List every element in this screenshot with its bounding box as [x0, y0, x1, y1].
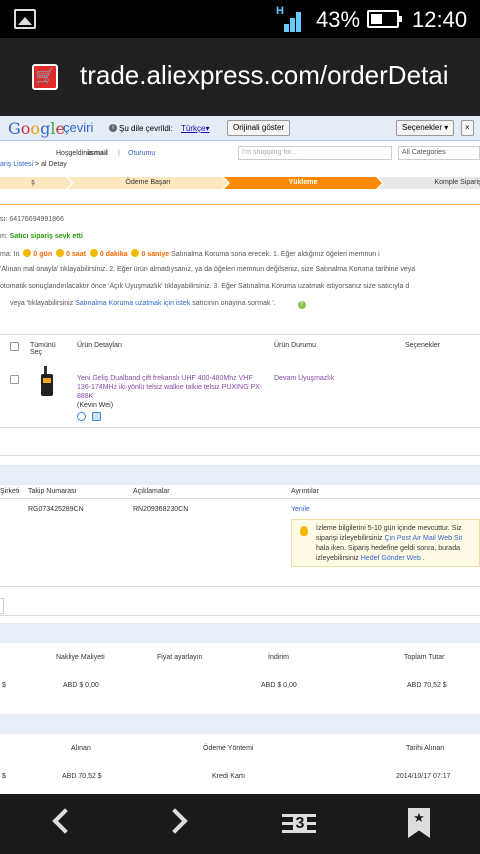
- gallery-notification-icon: [14, 9, 36, 29]
- url-text[interactable]: trade.aliexpress.com/orderDetai: [80, 60, 480, 91]
- status-bar: H 43% 12:40: [0, 0, 480, 38]
- section-band: [0, 714, 480, 734]
- protection-text: otomatik sonuçlandırılacaktır önce 'Açık…: [0, 283, 410, 290]
- clock-icon: [23, 249, 32, 257]
- signal-icon: H: [276, 5, 304, 32]
- order-progress-steps: ş Ödeme Başarı Yükleme Komple Sipariş: [0, 177, 480, 189]
- tab-stub[interactable]: [0, 598, 4, 614]
- google-logo: Google: [8, 119, 65, 138]
- clock-icon: [89, 249, 98, 257]
- help-icon[interactable]: ?: [297, 301, 306, 309]
- received-value: ABD 70,52 $: [62, 773, 102, 780]
- tracking-info-box: İzleme bilgilerini 5-10 gün içinde mevcu…: [291, 519, 480, 567]
- snapshot-icon[interactable]: [92, 412, 101, 421]
- col-shipping-cost: Nakliye Maliyeti: [56, 654, 105, 661]
- payment-method: Kredi Kartı: [212, 773, 246, 780]
- lightbulb-icon: [300, 526, 308, 536]
- seller-name: (Kevin Wei): [77, 402, 114, 409]
- col-tracking: Takip Numarası: [28, 488, 77, 495]
- site-header: Hoşgeldiniz ismail | Oturumu I'm shoppin…: [0, 146, 480, 160]
- close-translate-button[interactable]: ×: [461, 120, 474, 136]
- destination-site-link[interactable]: Hedef Gönder Web: [361, 555, 421, 562]
- tab-count: 3: [293, 815, 307, 833]
- browser-nav-bar: 3 ★: [0, 794, 480, 854]
- divider: [0, 455, 480, 456]
- language-select[interactable]: Türkçe▾: [181, 124, 209, 133]
- clock-icon: [131, 249, 140, 257]
- info-icon: i: [109, 124, 117, 132]
- discount-value: ABD $ 0,00: [261, 682, 297, 689]
- search-input[interactable]: I'm shopping for...: [238, 146, 392, 160]
- aliexpress-cart-favicon: 🛒: [32, 64, 58, 90]
- google-translate-bar: Google çeviri i Şu dile çevrildi: Türkçe…: [0, 116, 480, 141]
- step-shipping: Yükleme: [224, 177, 382, 189]
- battery-percent: 43%: [316, 7, 361, 32]
- breadcrumb: ariş Listesi > al Detay: [0, 161, 67, 168]
- divider: [0, 498, 480, 499]
- tracking-number: RG073425289CN: [28, 506, 84, 513]
- bookmark-icon[interactable]: ★: [408, 808, 430, 838]
- divider: [0, 615, 480, 616]
- category-select[interactable]: All Categories: [398, 146, 480, 160]
- sign-in-link[interactable]: Oturumu: [128, 150, 155, 157]
- shipping-note: RN209368230CN: [133, 506, 189, 513]
- order-number: 64176694991866: [9, 216, 64, 223]
- col-total: Toplam Tutar: [404, 654, 445, 661]
- col-details: Ayrıntılar: [291, 488, 319, 495]
- order-list-link[interactable]: ariş Listesi: [0, 161, 33, 168]
- col-notes: Açıklamalar: [133, 488, 170, 495]
- alarm-icon[interactable]: [77, 412, 86, 421]
- total-value: ABD 70,52 $: [407, 682, 447, 689]
- col-discount: İndirim: [268, 654, 290, 661]
- shipping-cost-value: ABD $ 0,00: [63, 682, 99, 689]
- divider: [0, 204, 480, 205]
- select-all-checkbox[interactable]: [10, 342, 19, 351]
- battery-icon: [367, 10, 402, 28]
- walkie-talkie-image[interactable]: [34, 366, 60, 398]
- web-page: Google çeviri i Şu dile çevrildi: Türkçe…: [0, 116, 480, 794]
- step-payment: Ödeme Başarı: [68, 177, 228, 189]
- col-price-adjust: Fiyat ayarlayın: [157, 654, 203, 661]
- product-status: Devam Uyuşmazlık: [274, 375, 335, 382]
- divider: [0, 334, 480, 335]
- forward-icon[interactable]: [162, 808, 188, 834]
- product-checkbox[interactable]: [10, 375, 19, 384]
- options-button[interactable]: Seçenekler ▾: [396, 120, 455, 136]
- order-status: Satıcı sipariş sevk etti: [9, 233, 83, 240]
- col-options: Seçenekler: [405, 342, 441, 349]
- product-title-link[interactable]: Yeni Geliş Dualband çift frekanslı UHF 4…: [77, 374, 267, 401]
- username: ismail: [88, 150, 108, 157]
- tabs-icon[interactable]: 3: [282, 810, 316, 836]
- protection-countdown: ma: In 0 gün 0 saat 0 dakika 0 saniye Sa…: [0, 249, 380, 258]
- breadcrumb-current: al Detay: [41, 161, 67, 168]
- show-original-button[interactable]: Orijinali göster: [227, 120, 291, 136]
- col-received: Alınan: [71, 745, 91, 752]
- translate-word: çeviri: [63, 120, 94, 135]
- china-post-link[interactable]: Çin Post Air Mail Web Sit: [384, 535, 462, 542]
- greeting: Hoşgeldiniz: [56, 150, 93, 157]
- col-company: Şirketi: [0, 488, 20, 495]
- received-date: 2014/10/17 07:17: [396, 773, 451, 780]
- col-date: Tarihi Alınan: [406, 745, 445, 752]
- col-method: Ödeme Yöntemi: [203, 745, 254, 752]
- back-icon[interactable]: [52, 808, 78, 834]
- extend-protection-link[interactable]: Satınalma Koruma uzatmak için istek: [75, 300, 190, 307]
- refresh-link[interactable]: Yenile: [291, 506, 310, 513]
- clock-icon: [56, 249, 65, 257]
- col-details: Ürün Detayları: [77, 342, 123, 349]
- step-complete: Komple Sipariş: [378, 177, 480, 189]
- browser-url-bar[interactable]: 🛒 trade.aliexpress.com/orderDetai: [0, 38, 480, 116]
- divider: [0, 586, 480, 587]
- network-type: H: [276, 5, 284, 17]
- translated-to-label: Şu dile çevrildi:: [119, 124, 173, 133]
- col-status: Ürün Durumu: [274, 342, 317, 349]
- protection-text: 'Alınan mal onayla' tıklayabilirsiniz. 2…: [0, 266, 416, 273]
- section-band: [0, 623, 480, 643]
- select-all-label: Tümünü Seç: [30, 342, 56, 356]
- divider: [0, 427, 480, 428]
- divider: |: [118, 150, 120, 157]
- clock: 12:40: [412, 7, 468, 32]
- step-1: ş: [0, 177, 72, 189]
- section-band: [0, 465, 480, 485]
